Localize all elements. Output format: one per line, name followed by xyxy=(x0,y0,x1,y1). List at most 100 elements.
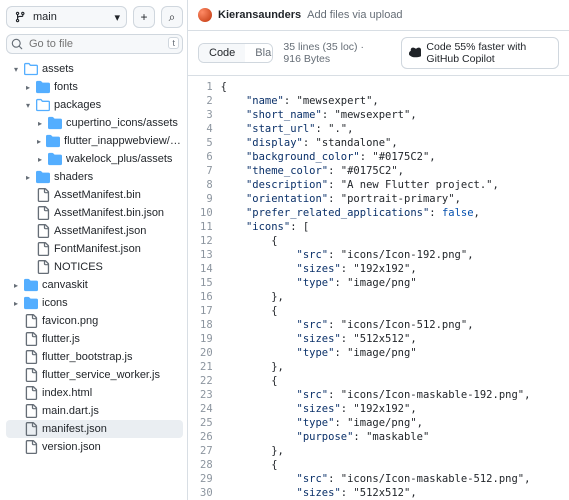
line-number: 1 xyxy=(200,80,213,94)
code-line: "type": "image/png" xyxy=(221,346,531,360)
search-repo-button[interactable]: ⌕ xyxy=(161,6,183,28)
tree-file[interactable]: AssetManifest.bin xyxy=(6,186,183,204)
tree-folder[interactable]: ▾packages xyxy=(6,96,183,114)
tree-item-label: manifest.json xyxy=(42,423,107,435)
tree-file[interactable]: AssetManifest.bin.json xyxy=(6,204,183,222)
copilot-button[interactable]: Code 55% faster with GitHub Copilot xyxy=(401,37,559,69)
line-number: 3 xyxy=(200,108,213,122)
folder-icon xyxy=(24,296,38,310)
code-line: "background_color": "#0175C2", xyxy=(221,150,531,164)
code-line: "src": "icons/Icon-512.png", xyxy=(221,318,531,332)
tree-folder[interactable]: ▸icons xyxy=(6,294,183,312)
source-code: { "name": "mewsexpert", "short_name": "m… xyxy=(221,76,539,500)
tree-file[interactable]: index.html xyxy=(6,384,183,402)
line-number: 15 xyxy=(200,276,213,290)
line-number: 11 xyxy=(200,220,213,234)
tree-file[interactable]: AssetManifest.json xyxy=(6,222,183,240)
tree-item-label: shaders xyxy=(54,171,93,183)
tree-folder[interactable]: ▸flutter_inappwebview/assets/t… xyxy=(6,132,183,150)
tree-folder[interactable]: ▾assets xyxy=(6,60,183,78)
code-line: "src": "icons/Icon-maskable-192.png", xyxy=(221,388,531,402)
chevron-icon: ▾ xyxy=(12,65,20,74)
file-icon xyxy=(36,242,50,256)
tree-file[interactable]: favicon.png xyxy=(6,312,183,330)
chevron-icon: ▸ xyxy=(24,173,32,182)
code-line: "name": "mewsexpert", xyxy=(221,94,531,108)
branch-selector[interactable]: main ▾ xyxy=(6,6,127,28)
file-tree-sidebar: main ▾ + ⌕ t ▾assets▸fonts▾packages▸cupe… xyxy=(0,0,188,500)
tree-file[interactable]: FontManifest.json xyxy=(6,240,183,258)
tab-code[interactable]: Code xyxy=(199,44,245,62)
branch-row: main ▾ + ⌕ xyxy=(6,6,183,28)
tree-item-label: packages xyxy=(54,99,101,111)
line-number: 30 xyxy=(200,486,213,500)
code-line: "start_url": ".", xyxy=(221,122,531,136)
tree-file[interactable]: flutter.js xyxy=(6,330,183,348)
line-number: 17 xyxy=(200,304,213,318)
code-line: "orientation": "portrait-primary", xyxy=(221,192,531,206)
file-icon xyxy=(24,350,38,364)
tree-folder[interactable]: ▸canvaskit xyxy=(6,276,183,294)
tree-file[interactable]: manifest.json xyxy=(6,420,183,438)
code-area[interactable]: 1234567891011121314151617181920212223242… xyxy=(188,76,569,500)
tree-folder[interactable]: ▸wakelock_plus/assets xyxy=(6,150,183,168)
folder-icon xyxy=(46,134,60,148)
commit-author[interactable]: Kieransaunders xyxy=(218,9,301,21)
line-number: 13 xyxy=(200,248,213,262)
tree-folder[interactable]: ▸fonts xyxy=(6,78,183,96)
tree-item-label: icons xyxy=(42,297,68,309)
file-icon xyxy=(24,386,38,400)
tree-item-label: flutter.js xyxy=(42,333,80,345)
line-gutter: 1234567891011121314151617181920212223242… xyxy=(188,76,221,500)
branch-name: main xyxy=(33,11,57,23)
chevron-icon: ▸ xyxy=(24,83,32,92)
commit-message[interactable]: Add files via upload xyxy=(307,9,402,21)
file-icon xyxy=(24,404,38,418)
search-icon: ⌕ xyxy=(169,10,176,25)
code-line: { xyxy=(221,304,531,318)
line-number: 21 xyxy=(200,360,213,374)
file-icon xyxy=(36,206,50,220)
copilot-label: Code 55% faster with GitHub Copilot xyxy=(426,41,551,65)
code-line: }, xyxy=(221,444,531,458)
folder-icon xyxy=(36,170,50,184)
chevron-icon: ▸ xyxy=(36,155,44,164)
tree-file[interactable]: flutter_service_worker.js xyxy=(6,366,183,384)
file-icon xyxy=(24,332,38,346)
code-line: "sizes": "192x192", xyxy=(221,402,531,416)
line-number: 20 xyxy=(200,346,213,360)
code-line: "type": "image/png" xyxy=(221,276,531,290)
file-tree: ▾assets▸fonts▾packages▸cupertino_icons/a… xyxy=(6,60,183,456)
line-number: 6 xyxy=(200,150,213,164)
line-number: 19 xyxy=(200,332,213,346)
line-number: 12 xyxy=(200,234,213,248)
code-line: "theme_color": "#0175C2", xyxy=(221,164,531,178)
line-number: 22 xyxy=(200,374,213,388)
commit-header: Kieransaunders Add files via upload xyxy=(188,0,569,31)
folder-icon xyxy=(24,278,38,292)
tree-item-label: NOTICES xyxy=(54,261,103,273)
chevron-icon: ▸ xyxy=(12,281,20,290)
chevron-down-icon: ▾ xyxy=(114,11,120,24)
code-line: "description": "A new Flutter project.", xyxy=(221,178,531,192)
file-search-input[interactable] xyxy=(6,34,183,54)
line-number: 8 xyxy=(200,178,213,192)
tree-folder[interactable]: ▸cupertino_icons/assets xyxy=(6,114,183,132)
tree-file[interactable]: main.dart.js xyxy=(6,402,183,420)
tab-blame[interactable]: Blame xyxy=(245,44,273,62)
code-line: { xyxy=(221,234,531,248)
code-line: "sizes": "512x512", xyxy=(221,486,531,500)
code-line: "type": "image/png", xyxy=(221,416,531,430)
line-number: 16 xyxy=(200,290,213,304)
tree-file[interactable]: version.json xyxy=(6,438,183,456)
tree-file[interactable]: NOTICES xyxy=(6,258,183,276)
add-file-button[interactable]: + xyxy=(133,6,155,28)
code-toolbar: Code Blame 35 lines (35 loc) · 916 Bytes… xyxy=(188,31,569,76)
tree-file[interactable]: flutter_bootstrap.js xyxy=(6,348,183,366)
line-number: 26 xyxy=(200,430,213,444)
file-icon xyxy=(24,368,38,382)
line-number: 9 xyxy=(200,192,213,206)
file-icon xyxy=(36,224,50,238)
code-line: "sizes": "192x192", xyxy=(221,262,531,276)
tree-folder[interactable]: ▸ shaders xyxy=(6,168,183,186)
